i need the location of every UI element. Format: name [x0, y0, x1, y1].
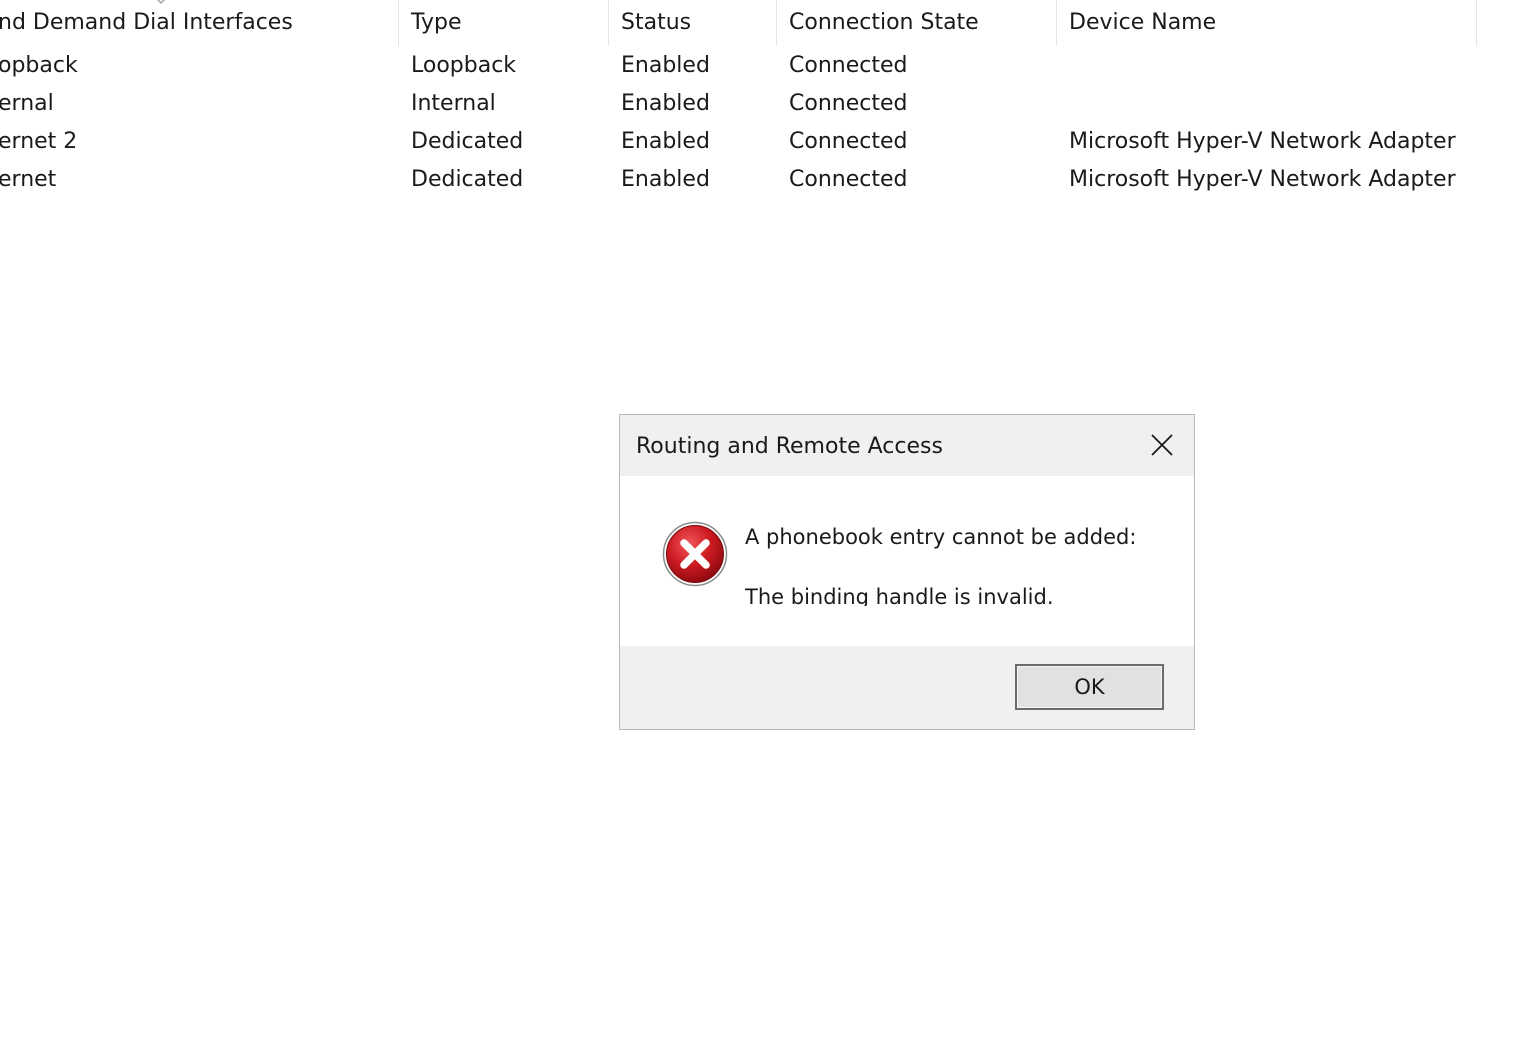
- cell-interface-name: opback: [0, 53, 78, 78]
- cell-type: Dedicated: [411, 167, 524, 192]
- list-header: nd Demand Dial Interfaces Type Status Co…: [0, 0, 1526, 46]
- cell-type: Internal: [411, 91, 496, 116]
- cell-interface-name: ernet: [0, 167, 57, 192]
- cell-type: Dedicated: [411, 129, 524, 154]
- column-header-interface-name[interactable]: nd Demand Dial Interfaces: [0, 0, 293, 46]
- column-separator[interactable]: [398, 0, 399, 46]
- ok-button[interactable]: OK: [1015, 664, 1164, 710]
- error-message-line1: A phonebook entry cannot be added:: [745, 525, 1137, 549]
- list-row[interactable]: opback Loopback Enabled Connected: [0, 47, 1526, 85]
- close-button[interactable]: [1144, 427, 1180, 463]
- error-message-line2: The binding handle is invalid.: [745, 585, 1054, 606]
- column-header-type[interactable]: Type: [411, 0, 462, 46]
- cell-connection-state: Connected: [789, 167, 908, 192]
- error-icon: [662, 521, 728, 587]
- dialog-title: Routing and Remote Access: [636, 434, 943, 459]
- cell-interface-name: ernal: [0, 91, 54, 116]
- cell-status: Enabled: [621, 53, 710, 78]
- column-separator[interactable]: [776, 0, 777, 46]
- cell-status: Enabled: [621, 91, 710, 116]
- error-dialog: Routing and Remote Access A phonebook en…: [619, 414, 1195, 730]
- cell-connection-state: Connected: [789, 91, 908, 116]
- cell-connection-state: Connected: [789, 53, 908, 78]
- list-row[interactable]: ernet Dedicated Enabled Connected Micros…: [0, 161, 1526, 199]
- column-header-status[interactable]: Status: [621, 0, 691, 46]
- cell-connection-state: Connected: [789, 129, 908, 154]
- column-separator[interactable]: [1476, 0, 1477, 46]
- list-row[interactable]: ernet 2 Dedicated Enabled Connected Micr…: [0, 123, 1526, 161]
- cell-interface-name: ernet 2: [0, 129, 78, 154]
- list-row[interactable]: ernal Internal Enabled Connected: [0, 85, 1526, 123]
- dialog-body: A phonebook entry cannot be added: The b…: [620, 476, 1194, 646]
- column-header-device-name[interactable]: Device Name: [1069, 0, 1216, 46]
- dialog-title-bar[interactable]: Routing and Remote Access: [620, 415, 1194, 476]
- dialog-footer: OK: [620, 646, 1194, 729]
- cell-device-name: Microsoft Hyper-V Network Adapter: [1069, 167, 1456, 192]
- sort-arrow-icon: [157, 0, 165, 4]
- cell-type: Loopback: [411, 53, 517, 78]
- cell-device-name: Microsoft Hyper-V Network Adapter: [1069, 129, 1456, 154]
- column-header-connection-state[interactable]: Connection State: [789, 0, 979, 46]
- cell-status: Enabled: [621, 167, 710, 192]
- column-separator[interactable]: [608, 0, 609, 46]
- cell-status: Enabled: [621, 129, 710, 154]
- column-separator[interactable]: [1056, 0, 1057, 46]
- close-icon: [1151, 434, 1173, 456]
